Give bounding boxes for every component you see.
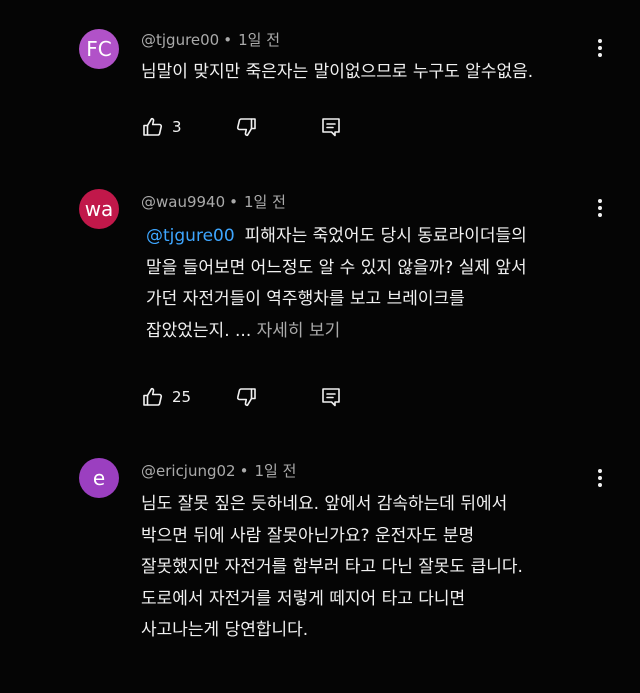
timestamp[interactable]: 1일 전 — [238, 31, 280, 49]
like-count: 25 — [172, 388, 192, 406]
comment-line: 도로에서 자전거를 저렇게 떼지어 타고 다니면 — [141, 588, 466, 609]
comment-line: 박으면 뒤에 사람 잘못아닌가요? 운전자도 분명 — [141, 525, 475, 546]
dislike-button[interactable] — [234, 385, 258, 409]
reply-icon — [322, 388, 340, 407]
comment-line: 님도 잘못 짚은 듯하네요. 앞에서 감속하는데 뒤에서 — [141, 494, 508, 514]
comment-actions: 25 — [141, 385, 401, 409]
timestamp[interactable]: 1일 전 — [244, 193, 286, 211]
thumb-down-icon — [236, 118, 256, 137]
avatar[interactable]: FC — [79, 29, 119, 69]
avatar-initials: FC — [86, 37, 112, 61]
avatar-initials: wa — [84, 197, 114, 221]
like-count: 3 — [172, 118, 182, 136]
separator-dot: • — [229, 193, 238, 211]
comment-meta: @ericjung02 • 1일 전 — [141, 460, 296, 481]
comment-meta: @tjgure00 • 1일 전 — [141, 29, 280, 50]
avatar[interactable]: e — [79, 458, 119, 498]
reply-button[interactable] — [319, 385, 343, 409]
more-vert-icon[interactable] — [588, 466, 612, 490]
read-more-link[interactable]: 자세히 보기 — [257, 321, 341, 341]
separator-dot: • — [223, 31, 233, 49]
comment-line: 님말이 맞지만 죽은자는 말이없으므로 누구도 알수없음. — [141, 62, 534, 82]
thumb-up-icon — [143, 387, 163, 406]
comment-item: FC @tjgure00 • 1일 전 님말이 맞지만 죽은자는 말이없으므로 누구… — [0, 27, 640, 157]
comment-text: @tjgure00 피해자는 죽었어도 당시 동료라이더들의 말을 들어보면 어느… — [146, 221, 586, 347]
reply-button[interactable] — [319, 115, 343, 139]
dislike-button[interactable] — [234, 115, 258, 139]
timestamp[interactable]: 1일 전 — [254, 462, 296, 480]
username[interactable]: @tjgure00 — [141, 31, 219, 49]
like-button[interactable]: 3 — [141, 115, 182, 139]
comment-text: 님도 잘못 짚은 듯하네요. 앞에서 감속하는데 뒤에서 박으면 뒤에 사람 잘… — [141, 489, 581, 647]
avatar-initials: e — [92, 466, 106, 490]
avatar[interactable]: wa — [79, 189, 119, 229]
more-vert-icon[interactable] — [588, 196, 612, 220]
thumb-down-icon — [236, 388, 256, 407]
comment-actions: 3 — [141, 115, 401, 139]
comment-item: wa @wau9940 • 1일 전 @tjgure00 피해자는 죽었어도 당시 동… — [0, 189, 640, 419]
like-button[interactable]: 25 — [141, 385, 191, 409]
separator-dot: • — [239, 462, 249, 480]
more-vert-icon[interactable] — [588, 36, 612, 60]
mention-link[interactable]: @tjgure00 — [146, 226, 235, 246]
username[interactable]: @wau9940 — [141, 193, 225, 211]
username[interactable]: @ericjung02 — [141, 462, 236, 480]
comment-line: 가던 자전거들이 역주행차를 보고 브레이크를 — [146, 289, 465, 309]
reply-icon — [322, 118, 340, 137]
comment-text: 님말이 맞지만 죽은자는 말이없으므로 누구도 알수없음. — [141, 57, 581, 89]
comment-line: 잡았었는지. ... — [146, 320, 252, 341]
comment-line: 피해자는 죽었어도 당시 동료라이더들의 — [244, 226, 527, 246]
comment-line: 말을 들어보면 어느정도 알 수 있지 않을까? 실제 앞서 — [146, 257, 527, 278]
comment-item: e @ericjung02 • 1일 전 님도 잘못 짚은 듯하네요. 앞에서 감속… — [0, 458, 640, 693]
comment-line: 사고나는게 당연합니다. — [141, 620, 309, 640]
thumb-up-icon — [143, 117, 163, 136]
comment-meta: @wau9940 • 1일 전 — [141, 191, 286, 212]
comment-line: 잘못했지만 자전거를 함부러 타고 다닌 잘못도 큽니다. — [141, 557, 523, 577]
